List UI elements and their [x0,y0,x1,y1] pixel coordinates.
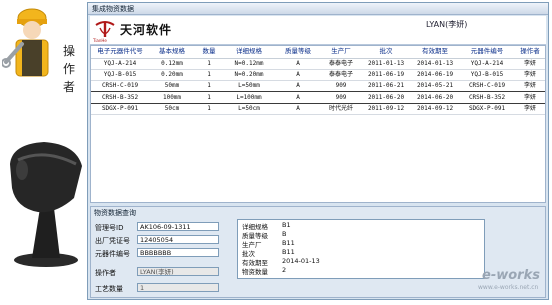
certificate-no-field[interactable]: 12405054 [137,235,219,244]
logo-caption: TianHe [93,38,107,43]
cell-detail-spec: N=0.12mm [234,60,264,67]
cell-basic-spec: 0.20mm [161,71,183,78]
col-header-batch[interactable]: 批次 [361,46,411,57]
cell-batch: 2011-09-12 [367,105,405,112]
col-header-quality-grade[interactable]: 质量等级 [275,46,321,57]
watermark-text: e-works [482,268,540,283]
col-header-manufacturer[interactable]: 生产厂 [321,46,361,57]
manufacturer-value: B11 [282,239,295,247]
col-header-operator[interactable]: 操作者 [515,46,545,57]
cell-manufacturer: 时代光纤 [328,105,353,112]
cell-operator: 李妍 [523,60,536,67]
part-number-label: 元器件编号 [95,250,130,258]
col-header-expiry[interactable]: 有效期至 [411,46,459,57]
cell-operator: 李妍 [523,94,536,101]
worker-illustration [2,8,49,77]
cell-basic-spec: 100mm [162,94,182,101]
cell-manufacturer: 泰泰电子 [328,60,353,67]
cell-quality-grade: A [296,60,300,67]
current-user: LYAN(李妍) [426,20,468,29]
cell-expiry: 2014-01-13 [416,60,454,67]
cell-batch: 2011-01-13 [367,60,405,67]
cell-manufacturer: 909 [335,82,347,89]
management-id-field[interactable]: AK106-09-1311 [137,222,219,231]
craft-quantity-field[interactable]: 1 [137,283,219,292]
cell-part-number: YQJ-B-015 [470,71,504,78]
cell-expiry: 2014-06-20 [416,94,454,101]
cell-detail-spec: L=50cm [238,105,260,112]
app-window: 集成物资数据 天河软件 TianHe LYAN(李妍) 电子元器件代号 基本规格… [87,2,549,300]
expiry-value: 2014-01-13 [282,257,320,265]
operator-field[interactable]: LYAN(李妍) [137,267,219,276]
cell-part-code: YQJ-B-015 [103,71,137,78]
cell-operator: 李妍 [523,105,536,112]
material-qty-value: 2 [282,266,287,274]
management-id-label: 管理号ID [95,224,124,232]
cell-part-number: CRSH-B-352 [468,94,506,101]
cell-basic-spec: 50mm [164,82,180,89]
cell-expiry: 2014-05-21 [416,82,454,89]
watermark-url: www.e-works.net.cn [478,284,539,291]
cell-quality-grade: A [296,82,300,89]
cell-manufacturer: 泰泰电子 [328,71,353,78]
detail-spec-value: B1 [282,221,291,229]
operator-vertical-label: 操 作 者 [63,42,79,96]
group-title: 物资数据查询 [94,209,136,217]
cell-basic-spec: 0.12mm [161,60,183,67]
cell-detail-spec: L=50mm [238,82,260,89]
operator-label: 操作者 [95,269,116,277]
cell-part-code: YQJ-A-214 [103,60,137,67]
cell-quantity: 1 [207,105,211,112]
app-header: 天河软件 TianHe LYAN(李妍) [90,16,546,45]
brand-name: 天河软件 [120,23,173,37]
detail-info-box: 详细规格 B1 质量等级 B 生产厂 B11 批次 B11 有效期至 2014-… [237,219,485,279]
col-header-part-code[interactable]: 电子元器件代号 [91,46,149,57]
part-number-field[interactable]: BBBBBBB [137,248,219,257]
col-header-detail-spec[interactable]: 详细规格 [223,46,275,57]
quality-grade-value: B [282,230,287,238]
cell-part-number: YQJ-A-214 [470,60,504,67]
window-title: 集成物资数据 [88,3,548,15]
cell-quantity: 1 [207,94,211,101]
cell-batch: 2011-06-21 [367,82,405,89]
operator-char-1: 操 [63,44,76,58]
cell-operator: 李妍 [523,71,536,78]
batch-value: B11 [282,248,295,256]
col-header-quantity[interactable]: 数量 [195,46,223,57]
cell-detail-spec: N=0.20mm [234,71,264,78]
table-row[interactable]: SDGX-P-091 50cm 1 L=50cm A 时代光纤 2011-09-… [91,103,545,115]
cell-part-number: CRSH-C-019 [468,82,506,89]
cell-quality-grade: A [296,71,300,78]
cell-operator: 李妍 [523,82,536,89]
material-qty-label: 物资数量 [242,268,268,276]
cell-basic-spec: 50cm [164,105,180,112]
cell-quality-grade: A [296,94,300,101]
cell-part-number: SDGX-P-091 [468,105,506,112]
cell-quantity: 1 [207,82,211,89]
certificate-no-label: 出厂凭证号 [95,237,130,245]
barcode-scanner-image [10,142,82,267]
cell-expiry: 2014-06-19 [416,71,454,78]
operator-char-2: 作 [63,62,76,76]
cell-part-code: CRSH-C-019 [101,82,139,89]
cell-quality-grade: A [296,105,300,112]
cell-quantity: 1 [207,60,211,67]
cell-quantity: 1 [207,71,211,78]
cell-expiry: 2014-09-12 [416,105,454,112]
cell-batch: 2011-06-19 [367,71,405,78]
craft-quantity-label: 工艺数量 [95,285,123,293]
cell-detail-spec: L=100mm [236,94,262,101]
col-header-part-number[interactable]: 元器件编号 [459,46,515,57]
cell-part-code: SDGX-P-091 [101,105,139,112]
cell-manufacturer: 909 [335,94,347,101]
cell-batch: 2011-06-20 [367,94,405,101]
operator-char-3: 者 [63,80,76,94]
col-header-basic-spec[interactable]: 基本规格 [149,46,195,57]
cell-part-code: CRSH-B-352 [101,94,139,101]
material-data-grid[interactable]: 电子元器件代号 基本规格 数量 详细规格 质量等级 生产厂 批次 有效期至 元器… [90,45,546,203]
